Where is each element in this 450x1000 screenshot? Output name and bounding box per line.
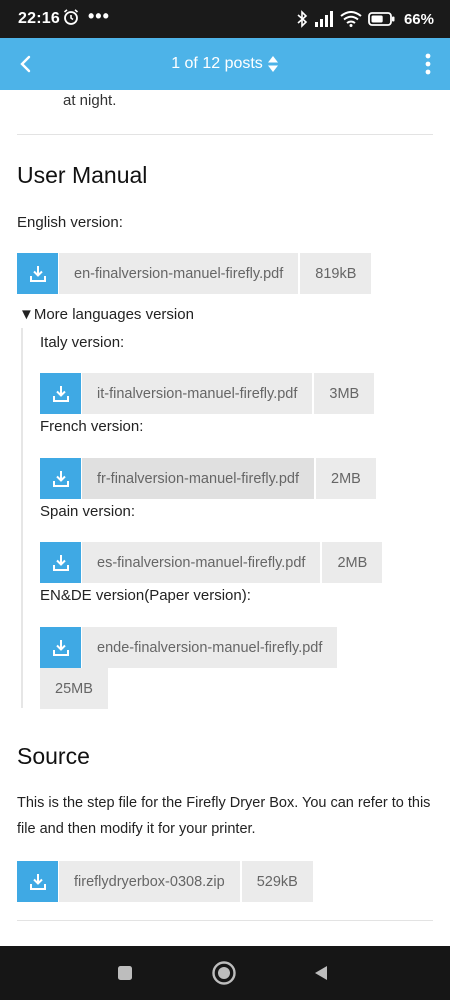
more-languages-toggle[interactable]: ▼More languages version [19,306,194,323]
italy-version-label: Italy version: [40,334,125,351]
download-source-file[interactable]: fireflydryerbox-0308.zip 529kB [17,861,313,902]
file-name-link[interactable]: fireflydryerbox-0308.zip [59,861,240,902]
file-size: 529kB [241,861,313,902]
recent-apps-button[interactable] [110,958,140,988]
status-bar: 22:16 ••• 66% [0,0,450,38]
download-icon[interactable] [40,627,81,668]
wifi-icon [340,11,362,27]
home-button[interactable] [209,958,239,988]
download-en-manual[interactable]: en-finalversion-manuel-firefly.pdf 819kB [17,253,372,294]
post-content[interactable]: at night. User Manual English version: e… [0,90,450,946]
download-fr-manual[interactable]: fr-finalversion-manuel-firefly.pdf 2MB [40,458,376,499]
battery-icon [368,11,396,27]
app-bar: 1 of 12 posts [0,38,450,90]
divider [17,134,433,135]
home-circle-icon [212,961,236,985]
spain-version-label: Spain version: [40,503,136,520]
download-icon[interactable] [40,458,81,499]
more-options-button[interactable] [412,46,444,82]
file-size: 819kB [300,253,372,294]
details-border [21,328,23,708]
back-nav-button[interactable] [306,958,336,988]
post-counter[interactable]: 1 of 12 posts [0,38,450,90]
post-counter-label: 1 of 12 posts [171,55,263,72]
download-icon[interactable] [17,861,58,902]
ende-version-label: EN&DE version(Paper version): [40,587,251,604]
previous-text: at night. [63,92,117,109]
file-size: 3MB [314,373,375,414]
file-size: 2MB [316,458,376,499]
french-version-label: French version: [40,418,144,435]
vertical-dots-icon [425,53,431,75]
file-name-link[interactable]: ende-finalversion-manuel-firefly.pdf [82,627,338,668]
divider [17,920,433,921]
file-size: 25MB [40,668,108,709]
status-time: 22:16 [18,10,60,27]
english-version-label: English version: [17,214,123,231]
download-es-manual[interactable]: es-finalversion-manuel-firefly.pdf 2MB [40,542,383,583]
file-name-link[interactable]: fr-finalversion-manuel-firefly.pdf [82,458,314,499]
download-icon[interactable] [40,542,81,583]
system-nav-bar [0,946,450,1000]
signal-icon [314,11,334,27]
battery-percent: 66% [403,10,434,28]
user-manual-heading: User Manual [17,162,148,188]
file-name-link[interactable]: it-finalversion-manuel-firefly.pdf [82,373,313,414]
download-icon[interactable] [17,253,58,294]
file-size: 2MB [322,542,383,583]
download-it-manual[interactable]: it-finalversion-manuel-firefly.pdf 3MB [40,373,375,414]
square-icon [118,966,132,980]
source-heading: Source [17,743,90,769]
download-ende-manual[interactable]: ende-finalversion-manuel-firefly.pdf [40,627,338,668]
more-notifications-icon: ••• [88,6,110,26]
bluetooth-icon [296,10,308,28]
triangle-back-icon [315,966,327,980]
download-icon[interactable] [40,373,81,414]
source-description: This is the step file for the Firefly Dr… [17,795,431,837]
sort-arrows-icon [267,56,278,72]
alarm-icon [62,8,82,28]
file-name-link[interactable]: en-finalversion-manuel-firefly.pdf [59,253,299,294]
file-name-link[interactable]: es-finalversion-manuel-firefly.pdf [82,542,321,583]
